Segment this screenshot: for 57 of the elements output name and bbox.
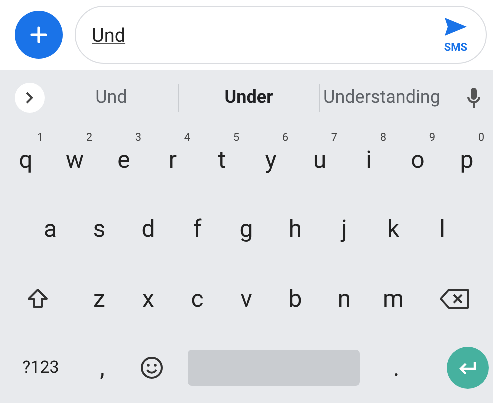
key-hint: 6 bbox=[282, 132, 288, 144]
symbols-key[interactable]: ?123 bbox=[4, 340, 78, 396]
key[interactable]: d bbox=[124, 201, 173, 258]
key[interactable]: i 8 bbox=[344, 132, 394, 188]
microphone-button[interactable] bbox=[467, 86, 481, 108]
key-hint: 0 bbox=[478, 132, 484, 144]
key[interactable]: w 2 bbox=[50, 132, 100, 188]
key[interactable]: . bbox=[372, 340, 421, 396]
backspace-icon bbox=[440, 288, 470, 310]
message-text: Und bbox=[92, 24, 127, 46]
key-hint: 1 bbox=[37, 132, 44, 144]
key[interactable]: e 3 bbox=[100, 132, 148, 188]
key[interactable]: g bbox=[222, 201, 271, 258]
key-hint: 2 bbox=[86, 132, 92, 144]
expand-button[interactable] bbox=[15, 82, 45, 112]
send-button[interactable]: SMS bbox=[444, 16, 468, 54]
key-hint: 5 bbox=[233, 132, 240, 144]
key[interactable]: y 6 bbox=[246, 132, 296, 188]
key[interactable]: s bbox=[75, 201, 124, 258]
key[interactable]: b bbox=[271, 270, 320, 327]
key[interactable]: , bbox=[78, 340, 127, 396]
key[interactable]: q 1 bbox=[2, 132, 50, 188]
enter-icon bbox=[458, 360, 478, 376]
key[interactable]: n bbox=[320, 270, 369, 327]
key[interactable]: p 0 bbox=[442, 132, 492, 188]
key[interactable]: t 5 bbox=[198, 132, 246, 188]
key-hint: 8 bbox=[380, 132, 386, 144]
key[interactable]: a bbox=[26, 201, 75, 258]
key[interactable]: l bbox=[418, 201, 467, 258]
key[interactable]: f bbox=[173, 201, 222, 258]
suggestion[interactable]: Und bbox=[45, 87, 178, 108]
key[interactable]: o 9 bbox=[394, 132, 442, 188]
suggestion[interactable]: Understanding bbox=[320, 87, 444, 108]
plus-icon bbox=[30, 26, 48, 44]
smiley-icon bbox=[140, 356, 164, 380]
key[interactable]: x bbox=[124, 270, 173, 327]
key[interactable]: c bbox=[173, 270, 222, 327]
microphone-icon bbox=[467, 86, 481, 108]
key[interactable]: h bbox=[271, 201, 320, 258]
send-icon bbox=[444, 16, 468, 36]
key[interactable]: m bbox=[369, 270, 418, 327]
message-field[interactable]: Und SMS bbox=[75, 6, 487, 64]
shift-icon bbox=[26, 286, 50, 311]
key-hint: 3 bbox=[135, 132, 142, 144]
key-hint: 4 bbox=[184, 132, 190, 144]
key[interactable]: u 7 bbox=[296, 132, 344, 188]
key[interactable]: k bbox=[369, 201, 418, 258]
suggestion[interactable]: Under bbox=[179, 87, 319, 108]
chevron-icon bbox=[25, 90, 35, 104]
key-hint: 7 bbox=[331, 132, 338, 144]
enter-key[interactable] bbox=[447, 347, 489, 390]
key[interactable]: r 4 bbox=[148, 132, 198, 188]
key[interactable]: v bbox=[222, 270, 271, 327]
key[interactable]: j bbox=[320, 201, 369, 258]
key-hint: 9 bbox=[429, 132, 436, 144]
add-button[interactable] bbox=[15, 11, 63, 59]
key[interactable]: z bbox=[75, 270, 124, 327]
